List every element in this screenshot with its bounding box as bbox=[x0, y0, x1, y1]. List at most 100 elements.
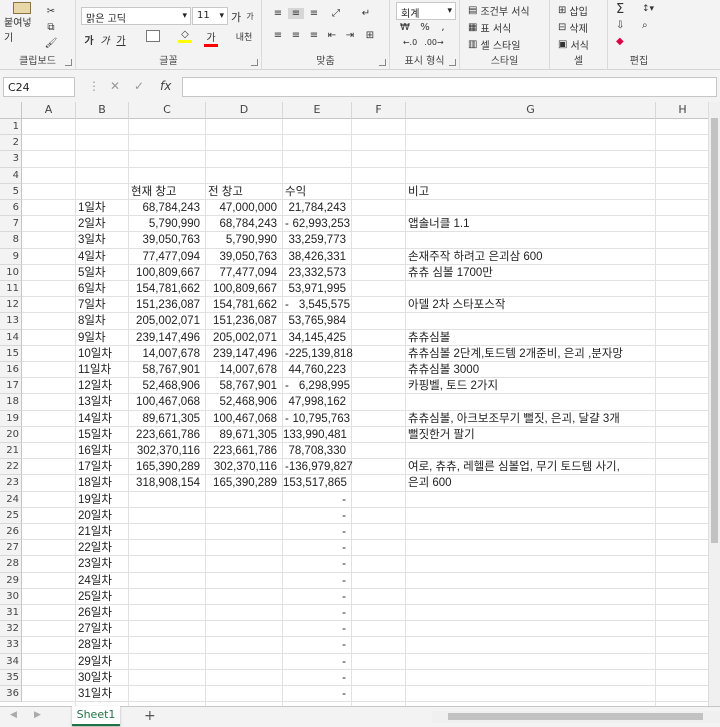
cell-d17[interactable]: 58,767,901 bbox=[206, 378, 277, 394]
cell-b23[interactable]: 18일차 bbox=[78, 475, 112, 491]
insert-button[interactable]: ⊞ 삽입 bbox=[558, 3, 588, 18]
horizontal-scrollbar[interactable] bbox=[432, 711, 720, 723]
grow-font-button[interactable]: 가 bbox=[230, 9, 242, 25]
wrap-text-icon[interactable]: ↵ bbox=[358, 8, 374, 19]
cell-e11[interactable]: 53,971,995 bbox=[283, 281, 346, 297]
cell-g14[interactable]: 츄츄심볼 bbox=[408, 330, 450, 346]
cell-c17[interactable]: 52,468,906 bbox=[129, 378, 200, 394]
row-header[interactable]: 18 bbox=[0, 394, 22, 411]
fill-color-button[interactable]: ◇ bbox=[176, 29, 194, 43]
horizontal-scroll-thumb[interactable] bbox=[448, 713, 703, 720]
cell-e32[interactable]: - bbox=[283, 621, 346, 637]
cell-e13[interactable]: 53,765,984 bbox=[283, 313, 346, 329]
orientation-icon[interactable]: ⤢ bbox=[328, 8, 344, 19]
merge-center-icon[interactable]: ⊞ bbox=[362, 30, 378, 41]
align-left-icon[interactable]: ≡ bbox=[270, 30, 286, 41]
decrease-decimal-icon[interactable]: .00→ bbox=[424, 38, 444, 47]
row-header[interactable]: 2 bbox=[0, 135, 22, 152]
format-painter-icon[interactable]: 🖌 bbox=[44, 36, 58, 50]
cell-d5[interactable]: 전 창고 bbox=[208, 184, 243, 200]
cell-e27[interactable]: - bbox=[283, 540, 346, 556]
row-header[interactable]: 30 bbox=[0, 588, 22, 605]
vertical-scrollbar[interactable] bbox=[708, 102, 720, 706]
cell-c12[interactable]: 151,236,087 bbox=[129, 297, 200, 313]
cell-e7[interactable]: -62,993,253 bbox=[285, 216, 350, 232]
cell-e6[interactable]: 21,784,243 bbox=[283, 200, 346, 216]
cell-e33[interactable]: - bbox=[283, 637, 346, 653]
cell-b7[interactable]: 2일차 bbox=[78, 216, 106, 232]
cell-d8[interactable]: 5,790,990 bbox=[206, 232, 277, 248]
cell-b20[interactable]: 15일차 bbox=[78, 427, 112, 443]
font-launcher[interactable] bbox=[251, 59, 258, 66]
cell-b25[interactable]: 20일차 bbox=[78, 508, 112, 524]
cell-b29[interactable]: 24일차 bbox=[78, 573, 112, 589]
cell-b19[interactable]: 14일차 bbox=[78, 411, 112, 427]
row-header[interactable]: 15 bbox=[0, 345, 22, 362]
fill-icon[interactable]: ⇩ bbox=[616, 20, 624, 31]
cell-e5[interactable]: 수익 bbox=[285, 184, 306, 200]
bold-button[interactable]: 가 bbox=[82, 32, 96, 47]
italic-button[interactable]: 가 bbox=[98, 32, 112, 47]
cell-b35[interactable]: 30일차 bbox=[78, 670, 112, 686]
enter-icon[interactable]: ✓ bbox=[134, 79, 144, 93]
cell-e20[interactable]: 133,990,481 bbox=[283, 427, 347, 443]
cell-b13[interactable]: 8일차 bbox=[78, 313, 106, 329]
cell-c6[interactable]: 68,784,243 bbox=[129, 200, 200, 216]
cell-e28[interactable]: - bbox=[283, 556, 346, 572]
cell-d10[interactable]: 77,477,094 bbox=[206, 265, 277, 281]
cell-b26[interactable]: 21일차 bbox=[78, 524, 112, 540]
column-header-a[interactable]: A bbox=[22, 102, 76, 119]
format-button[interactable]: ▣ 서식 bbox=[558, 37, 589, 52]
cell-b36[interactable]: 31일차 bbox=[78, 686, 112, 702]
cell-b15[interactable]: 10일차 bbox=[78, 346, 112, 362]
row-header[interactable]: 27 bbox=[0, 540, 22, 557]
row-header[interactable]: 21 bbox=[0, 443, 22, 460]
cell-g17[interactable]: 카핑벨, 토드 2가지 bbox=[408, 378, 498, 394]
row-header[interactable]: 10 bbox=[0, 264, 22, 281]
align-right-icon[interactable]: ≡ bbox=[306, 30, 322, 41]
cell-e21[interactable]: 78,708,330 bbox=[283, 443, 346, 459]
row-header[interactable]: 34 bbox=[0, 653, 22, 670]
cell-d12[interactable]: 154,781,662 bbox=[206, 297, 277, 313]
sheet-tab[interactable]: Sheet1 bbox=[72, 706, 120, 726]
cell-g16[interactable]: 츄츄심볼 3000 bbox=[408, 362, 479, 378]
cancel-icon[interactable]: ✕ bbox=[110, 79, 120, 93]
font-size-select[interactable]: 11 ▾ bbox=[192, 7, 228, 25]
row-header[interactable]: 29 bbox=[0, 572, 22, 589]
cell-g23[interactable]: 은괴 600 bbox=[408, 475, 452, 491]
cell-d13[interactable]: 151,236,087 bbox=[206, 313, 277, 329]
cell-d7[interactable]: 68,784,243 bbox=[206, 216, 277, 232]
cell-b22[interactable]: 17일차 bbox=[78, 459, 112, 475]
spreadsheet-grid[interactable]: A B C D E F G H 1 2 3 4 5 현재 창고 전 창고 수익 비고 6 1일차 68,784,243… bbox=[0, 102, 708, 706]
delete-button[interactable]: ⊟ 삭제 bbox=[558, 20, 588, 35]
cell-e36[interactable]: - bbox=[283, 686, 346, 702]
insert-function-icon[interactable]: fx bbox=[160, 79, 171, 93]
row-header[interactable]: 5 bbox=[0, 183, 22, 200]
cell-c19[interactable]: 89,671,305 bbox=[129, 411, 200, 427]
sort-filter-icon[interactable]: ↕▾ bbox=[642, 4, 654, 14]
row-header[interactable]: 13 bbox=[0, 313, 22, 330]
cell-e30[interactable]: - bbox=[283, 589, 346, 605]
cell-b24[interactable]: 19일차 bbox=[78, 492, 112, 508]
row-header[interactable]: 6 bbox=[0, 200, 22, 217]
row-header[interactable]: 19 bbox=[0, 410, 22, 427]
increase-decimal-icon[interactable]: ←.0 bbox=[400, 38, 420, 47]
cell-e34[interactable]: - bbox=[283, 654, 346, 670]
clear-icon[interactable]: ◆ bbox=[616, 36, 624, 47]
column-header-h[interactable]: H bbox=[656, 102, 708, 119]
cell-g12[interactable]: 아델 2차 스타포스작 bbox=[408, 297, 505, 313]
cell-e15[interactable]: -225,139,818 bbox=[285, 346, 353, 362]
cell-g5[interactable]: 비고 bbox=[408, 184, 429, 200]
cell-b28[interactable]: 23일차 bbox=[78, 556, 112, 572]
cut-icon[interactable]: ✂ bbox=[44, 4, 58, 18]
row-header[interactable]: 28 bbox=[0, 556, 22, 573]
row-header[interactable]: 16 bbox=[0, 362, 22, 379]
currency-icon[interactable]: ₩ bbox=[398, 22, 412, 33]
cell-g20[interactable]: 뻘짓한거 팔기 bbox=[408, 427, 475, 443]
column-header-b[interactable]: B bbox=[76, 102, 129, 119]
cell-e14[interactable]: 34,145,425 bbox=[283, 330, 346, 346]
cell-c21[interactable]: 302,370,116 bbox=[129, 443, 200, 459]
row-header[interactable]: 33 bbox=[0, 637, 22, 654]
cell-e18[interactable]: 47,998,162 bbox=[283, 394, 346, 410]
cell-c7[interactable]: 5,790,990 bbox=[129, 216, 200, 232]
